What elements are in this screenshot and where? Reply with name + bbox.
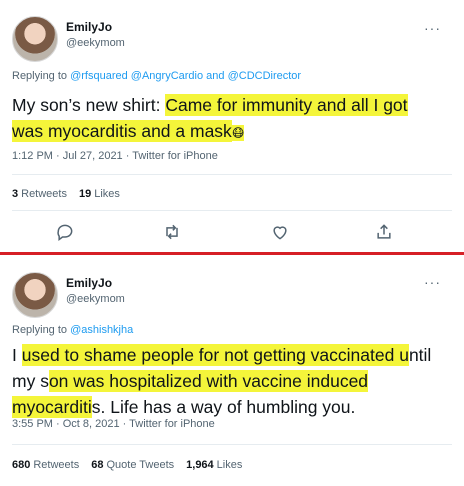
- replying-to: Replying to @rfsquared @AngryCardio and …: [12, 70, 301, 82]
- tweet-card-2: EmilyJo @eekymom ··· Replying to @ashish…: [0, 258, 464, 486]
- share-icon[interactable]: [374, 222, 394, 242]
- more-options-icon[interactable]: ···: [424, 274, 441, 290]
- timestamp[interactable]: 3:55 PM · Oct 8, 2021 · Twitter for iPho…: [12, 418, 215, 430]
- tweet-text: My son’s new shirt: Came for immunity an…: [12, 92, 408, 146]
- likes-count: 19: [78, 188, 92, 200]
- highlighted-text: used to shame people for not getting vac…: [21, 344, 409, 366]
- retweets-label: Retweets: [33, 459, 80, 471]
- red-divider: [0, 252, 464, 255]
- retweets-label: Retweets: [21, 188, 67, 200]
- mention-link[interactable]: @CDCDirector: [228, 70, 302, 82]
- likes-stat[interactable]: 19 Likes: [79, 188, 120, 200]
- quote-tweets-count: 68: [91, 459, 104, 471]
- like-icon[interactable]: [270, 222, 290, 242]
- divider-line: [12, 174, 452, 175]
- mention-link[interactable]: @ashishkjha: [70, 324, 133, 336]
- text-segment: My son’s new shirt:: [12, 95, 166, 115]
- highlighted-text: Came for immunity and all I got: [165, 94, 408, 116]
- highlighted-text: myocarditi: [12, 396, 92, 418]
- likes-stat[interactable]: 1,964 Likes: [186, 459, 242, 471]
- retweets-count: 680: [12, 459, 31, 471]
- tweet-text: I used to shame people for not getting v…: [12, 342, 431, 420]
- avatar[interactable]: [12, 272, 58, 318]
- likes-label: Likes: [94, 188, 120, 200]
- quote-tweets-stat[interactable]: 68 Quote Tweets: [91, 459, 174, 471]
- engagement-stats: 680 Retweets 68 Quote Tweets 1,964 Likes: [12, 459, 242, 471]
- avatar[interactable]: [12, 16, 58, 62]
- text-segment: ntil: [408, 345, 432, 365]
- tweet-card-1: EmilyJo @eekymom ··· Replying to @rfsqua…: [0, 0, 464, 254]
- replying-and: and: [203, 70, 228, 82]
- retweets-stat[interactable]: 680 Retweets: [12, 459, 79, 471]
- divider-line: [12, 444, 452, 445]
- author-name[interactable]: EmilyJo: [66, 20, 112, 34]
- highlighted-text: was myocarditis and a mask: [12, 120, 232, 142]
- timestamp[interactable]: 1:12 PM · Jul 27, 2021 · Twitter for iPh…: [12, 150, 218, 162]
- engagement-stats: 3 Retweets 19 Likes: [12, 188, 120, 200]
- text-segment: my s: [12, 371, 49, 391]
- author-handle[interactable]: @eekymom: [66, 37, 125, 49]
- replying-prefix: Replying to: [12, 70, 71, 82]
- retweet-icon[interactable]: [162, 222, 182, 242]
- likes-count: 1,964: [186, 459, 214, 471]
- retweets-count: 3: [12, 188, 19, 200]
- replying-to: Replying to @ashishkjha: [12, 324, 133, 336]
- mention-link[interactable]: @rfsquared: [70, 70, 128, 82]
- divider-line: [12, 210, 452, 211]
- mention-link[interactable]: @AngryCardio: [131, 70, 203, 82]
- quote-tweets-label: Quote Tweets: [106, 459, 175, 471]
- more-options-icon[interactable]: ···: [424, 20, 441, 36]
- text-segment: I: [12, 345, 22, 365]
- author-name[interactable]: EmilyJo: [66, 276, 112, 290]
- retweets-stat[interactable]: 3 Retweets: [12, 188, 67, 200]
- likes-label: Likes: [216, 459, 243, 471]
- author-handle[interactable]: @eekymom: [66, 293, 125, 305]
- mask-emoji: 😷: [231, 125, 245, 141]
- text-segment: s. Life has a way of humbling you.: [91, 397, 356, 417]
- highlighted-text: on was hospitalized with vaccine induced: [48, 370, 369, 392]
- reply-icon[interactable]: [55, 222, 75, 242]
- replying-prefix: Replying to: [12, 324, 71, 336]
